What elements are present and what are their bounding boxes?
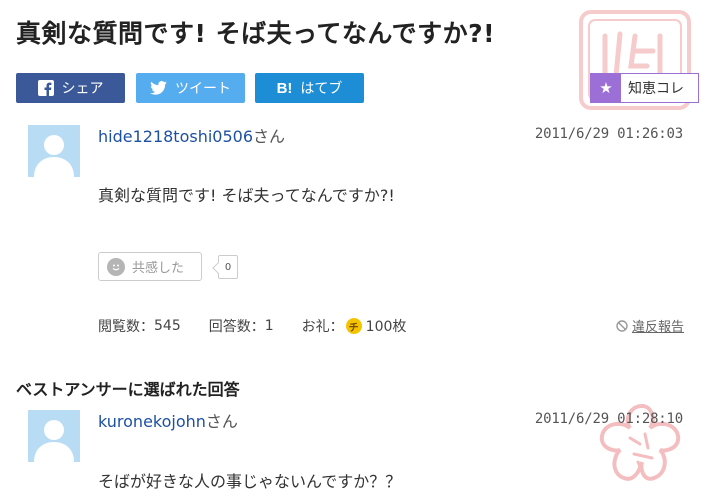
reward-label: お礼： — [301, 319, 344, 335]
report-link[interactable]: 違反報告 — [616, 316, 684, 335]
hatena-bookmark-icon: B! — [276, 79, 293, 97]
twitter-tweet-label: ツイート — [175, 81, 231, 97]
smile-face-icon — [107, 257, 125, 276]
question-title: 真剣な質問です! そば夫ってなんですか?! — [16, 19, 496, 48]
twitter-bird-icon — [150, 81, 167, 95]
answer-username: kuronekojohnさん — [98, 408, 238, 432]
best-answer-heading: ベストアンサーに選ばれた回答 — [16, 380, 240, 399]
facebook-icon — [37, 80, 54, 96]
default-user-icon — [28, 125, 80, 177]
default-user-icon — [28, 410, 80, 462]
hatena-bookmark-button[interactable]: B! はてブ — [255, 73, 364, 103]
question-username-honorific: さん — [253, 127, 286, 146]
views-label: 閲覧数： — [98, 319, 154, 335]
reward-amount: 100枚 — [365, 319, 407, 335]
facebook-share-button[interactable]: シェア — [16, 73, 125, 103]
views-count: 545 — [154, 318, 181, 334]
question-stats: 閲覧数： 545 回答数： 1 お礼： チ 100枚 — [98, 316, 406, 336]
facebook-share-label: シェア — [61, 81, 104, 97]
chiekore-label: 知恵コレ — [628, 81, 684, 97]
question-user-avatar[interactable] — [28, 125, 80, 177]
prohibited-icon — [616, 319, 628, 332]
chiekore-button[interactable]: ★ 知恵コレ — [590, 73, 699, 103]
empathy-count: 0 — [218, 255, 238, 279]
question-body: 真剣な質問です! そば夫ってなんですか?! — [98, 186, 395, 205]
chie-coin-icon: チ — [345, 318, 362, 334]
question-datetime: 2011/6/29 01:26:03 — [534, 126, 683, 142]
question-username: hide1218toshi0506さん — [98, 123, 285, 147]
empathy-button[interactable]: 共感した — [98, 252, 202, 281]
answer-username-link[interactable]: kuronekojohn — [98, 412, 206, 431]
twitter-tweet-button[interactable]: ツイート — [136, 73, 245, 103]
star-icon: ★ — [591, 74, 621, 102]
answer-datetime: 2011/6/29 01:28:10 — [534, 411, 683, 427]
hatena-bookmark-label: はてブ — [300, 81, 343, 97]
question-username-link[interactable]: hide1218toshi0506 — [98, 127, 253, 146]
answer-user-avatar[interactable] — [28, 410, 80, 462]
empathy-label: 共感した — [132, 261, 185, 276]
answer-body: そばが好きな人の事じゃないんですか？？ — [98, 472, 402, 491]
answer-username-honorific: さん — [205, 412, 238, 431]
answers-count: 1 — [264, 318, 274, 334]
answers-label: 回答数： — [208, 319, 265, 335]
report-label: 違反報告 — [631, 320, 684, 335]
